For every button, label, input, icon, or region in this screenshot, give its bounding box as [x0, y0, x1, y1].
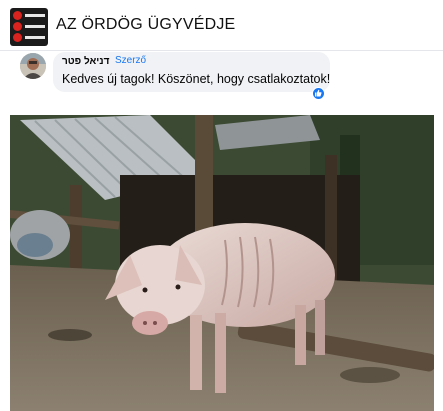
group-title[interactable]: AZ ÖRDÖG ÜGYVÉDJE	[56, 16, 235, 34]
like-icon[interactable]	[312, 87, 325, 100]
header-divider	[0, 50, 443, 51]
comment-bubble: דניאל פטר Szerző Kedves új tagok! Köszön…	[53, 52, 330, 92]
avatar[interactable]	[20, 53, 46, 79]
group-logo-icon[interactable]	[10, 8, 48, 46]
pig-photo[interactable]	[10, 115, 434, 411]
comment-author-name[interactable]: דניאל פטר	[62, 56, 109, 67]
author-badge: Szerző	[115, 55, 147, 66]
group-header: AZ ÖRDÖG ÜGYVÉDJE	[0, 0, 443, 50]
comment-text: Kedves új tagok! Köszönet, hogy csatlako…	[62, 72, 331, 86]
